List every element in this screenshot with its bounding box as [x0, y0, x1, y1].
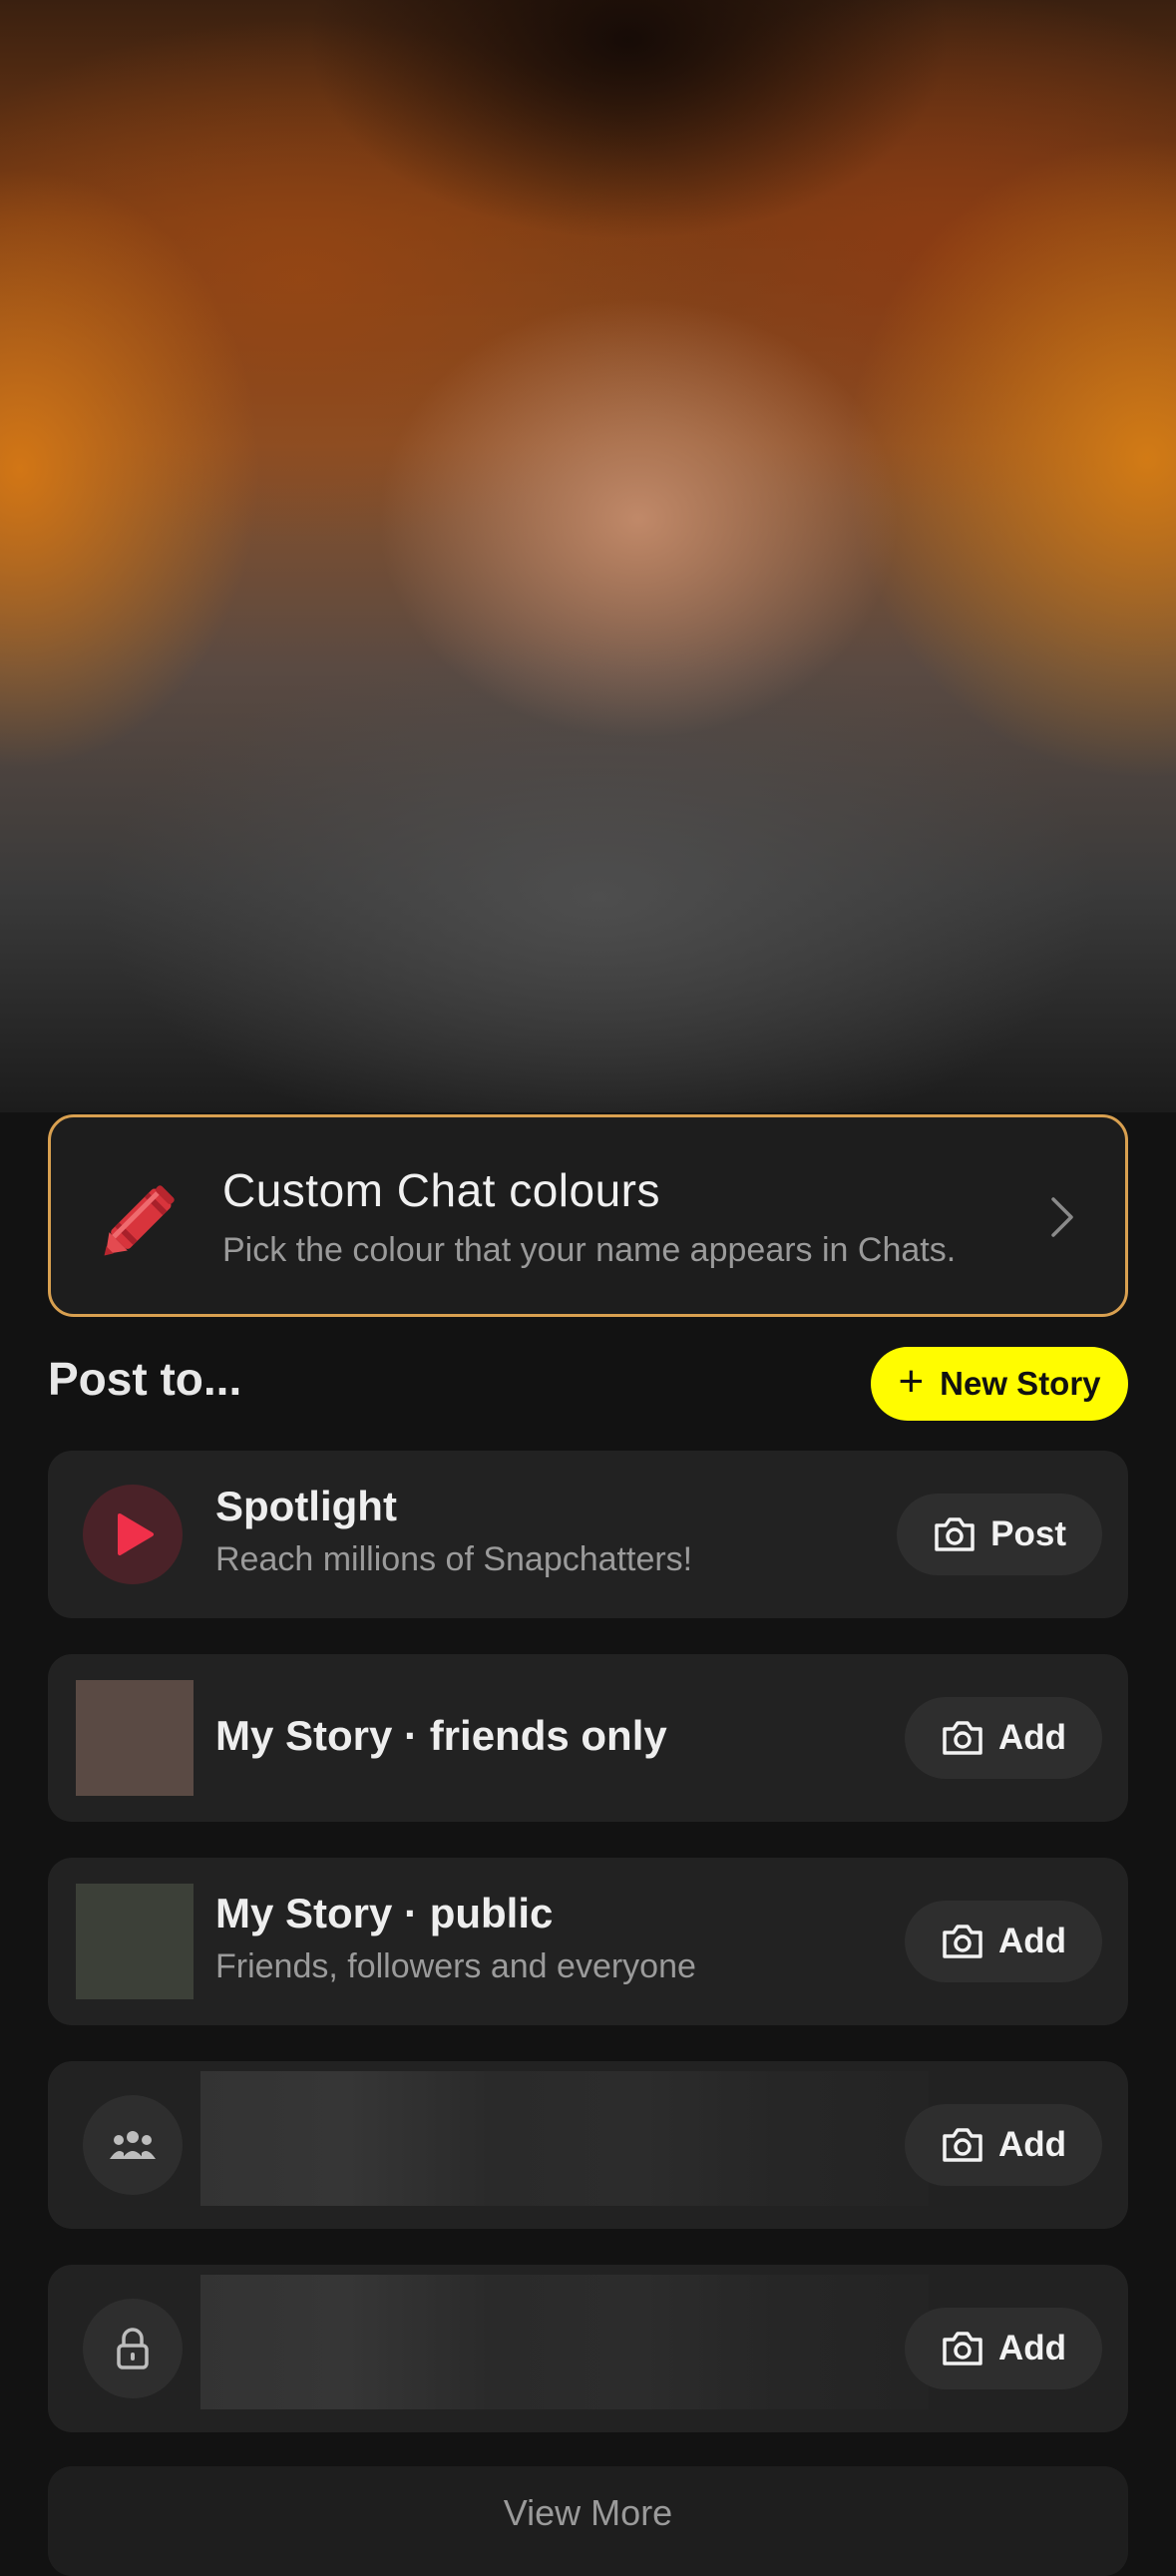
add-label: Add — [997, 2329, 1066, 2367]
custom-chat-colours-banner[interactable]: Custom Chat colours Pick the colour that… — [48, 1114, 1128, 1317]
story-preview-background — [0, 0, 1176, 1112]
add-label: Add — [997, 2125, 1066, 2164]
view-more-button[interactable]: View More — [48, 2466, 1128, 2576]
destination-desc: Reach millions of Snapchatters! — [215, 1540, 693, 1578]
camera-icon — [943, 1925, 982, 1958]
add-label: Add — [997, 1922, 1066, 1960]
destination-name: My Story · public — [215, 1890, 554, 1936]
chevron-right-icon — [1051, 1197, 1073, 1237]
destination-name: Spotlight — [215, 1483, 397, 1529]
camera-icon — [943, 2128, 982, 2162]
destination-desc: Friends, followers and everyone — [215, 1947, 696, 1985]
post-label: Post — [990, 1514, 1066, 1553]
destination-my-story-public[interactable]: My Story · public Friends, followers and… — [48, 1858, 1128, 2025]
new-story-button[interactable]: + New Story — [871, 1347, 1128, 1421]
destination-private[interactable]: Add — [48, 2265, 1128, 2432]
promo-title: Custom Chat colours — [222, 1164, 660, 1216]
camera-icon — [943, 1721, 982, 1755]
story-thumbnail — [76, 1680, 194, 1796]
destination-my-story-friends[interactable]: My Story · friends only Add — [48, 1654, 1128, 1822]
add-button[interactable]: Add — [904, 2308, 1102, 2389]
spotlight-play-icon — [83, 1485, 183, 1584]
camera-icon — [943, 2332, 982, 2365]
plus-icon: + — [898, 1357, 925, 1406]
destination-name: My Story · friends only — [215, 1712, 667, 1759]
redacted-name — [200, 2071, 929, 2206]
lock-icon — [83, 2299, 183, 2398]
add-label: Add — [997, 1718, 1066, 1757]
post-to-heading: Post to... — [48, 1353, 242, 1405]
add-button[interactable]: Add — [904, 1697, 1102, 1779]
destination-group[interactable]: Add — [48, 2061, 1128, 2229]
group-icon — [83, 2095, 183, 2195]
add-button[interactable]: Add — [904, 1901, 1102, 1982]
crayon-icon — [104, 1185, 175, 1256]
redacted-name — [200, 2275, 929, 2409]
new-story-label: New Story — [940, 1365, 1101, 1402]
promo-subtitle: Pick the colour that your name appears i… — [222, 1231, 957, 1269]
add-button[interactable]: Add — [904, 2104, 1102, 2186]
story-thumbnail — [76, 1884, 194, 1999]
destination-spotlight[interactable]: Spotlight Reach millions of Snapchatters… — [48, 1451, 1128, 1618]
camera-icon — [935, 1517, 975, 1551]
post-button[interactable]: Post — [897, 1494, 1102, 1575]
